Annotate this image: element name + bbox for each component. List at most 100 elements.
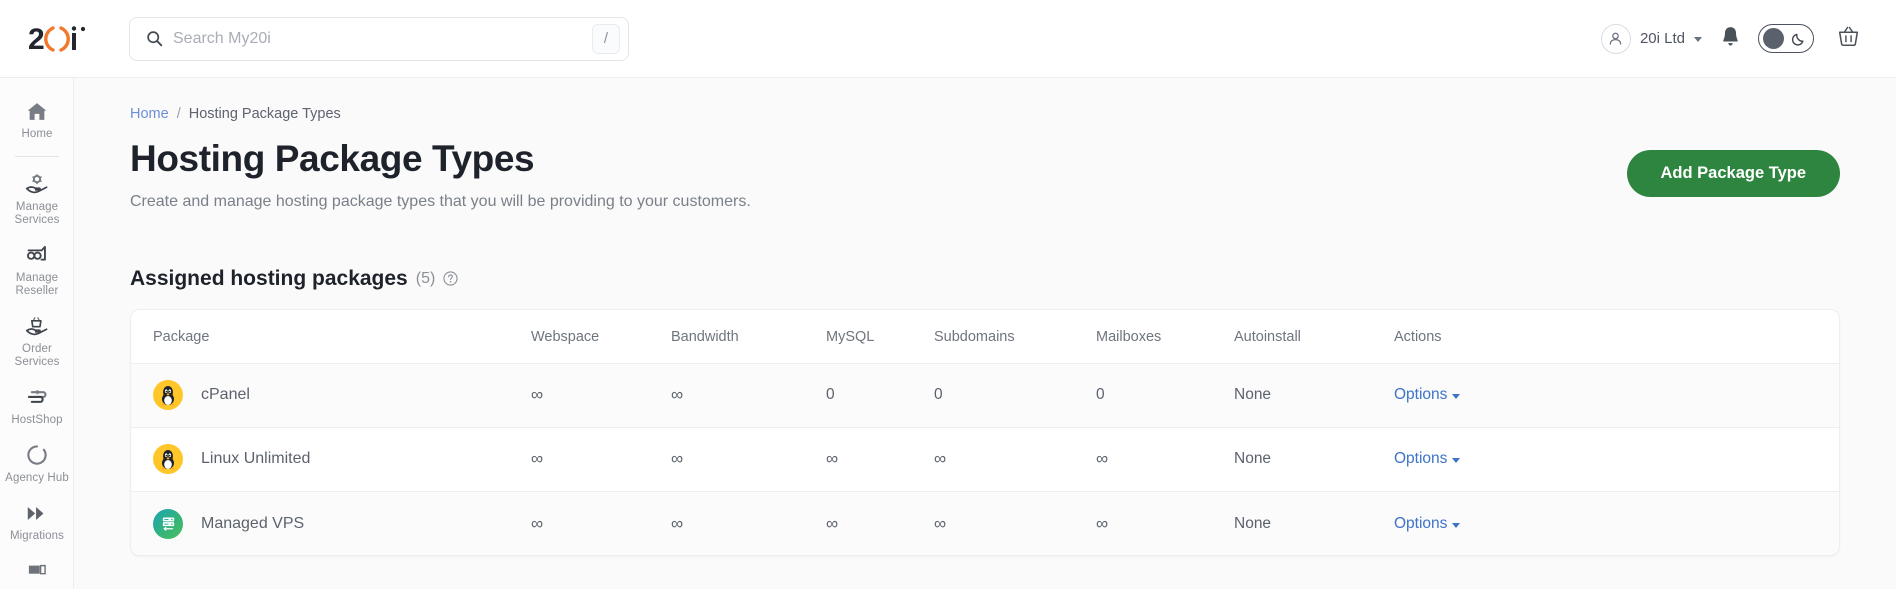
account-name-label: 20i Ltd <box>1639 30 1685 47</box>
brand-logo-20i[interactable]: 2 <box>14 22 104 56</box>
cell-autoinstall: None <box>1234 363 1394 428</box>
document-icon <box>26 559 48 583</box>
cell-subdomains: 0 <box>934 363 1096 428</box>
subdomains-value: ∞ <box>934 449 947 469</box>
chevron-down-icon <box>1452 522 1461 528</box>
column-header-mailboxes: Mailboxes <box>1096 309 1234 364</box>
sidebar-item-agency-hub[interactable]: Agency Hub <box>0 434 73 492</box>
moon-icon <box>1791 31 1806 46</box>
page-title: Hosting Package Types <box>130 138 535 179</box>
dark-mode-toggle[interactable] <box>1758 24 1814 53</box>
user-avatar-icon <box>1600 23 1631 54</box>
cell-actions: Options <box>1394 427 1839 492</box>
help-circle-icon[interactable] <box>443 271 458 287</box>
webspace-value: ∞ <box>531 513 544 533</box>
mysql-value: ∞ <box>826 513 839 533</box>
notifications-button[interactable] <box>1708 17 1752 61</box>
home-icon <box>26 99 48 123</box>
webspace-value: ∞ <box>531 385 544 405</box>
table-row[interactable]: cPanel ∞ ∞ 0 0 0 None Options <box>131 363 1839 428</box>
column-header-actions: Actions <box>1394 309 1839 364</box>
page-subtitle: Create and manage hosting package types … <box>130 192 751 210</box>
mailboxes-value: ∞ <box>1096 513 1109 533</box>
search-icon <box>146 30 163 47</box>
sidebar-item-manage-services[interactable]: Manage Services <box>0 163 73 234</box>
package-name: Linux Unlimited <box>201 450 311 468</box>
sidebar-item-hostshop[interactable]: HostShop <box>0 376 73 434</box>
package-name-cell: Managed VPS <box>131 508 531 539</box>
autoinstall-value: None <box>1234 386 1272 404</box>
column-header-mysql: MySQL <box>826 309 934 364</box>
sidebar-item-home[interactable]: Home <box>0 90 73 148</box>
cell-webspace: ∞ <box>531 491 671 556</box>
search-input[interactable] <box>173 29 592 48</box>
svg-text:2: 2 <box>28 23 45 56</box>
chevron-down-icon <box>1452 458 1461 464</box>
content-wrapper: Home / Hosting Package Types Hosting Pac… <box>74 78 1896 557</box>
cell-mysql: 0 <box>826 363 934 428</box>
cell-actions: Options <box>1394 491 1839 556</box>
package-name: Managed VPS <box>201 514 305 532</box>
breadcrumb-link-home[interactable]: Home <box>130 106 169 122</box>
package-name: cPanel <box>201 386 250 404</box>
section-count: (5) <box>415 269 436 287</box>
sidebar-item-partial[interactable] <box>0 550 73 589</box>
sidebar-item-order-services[interactable]: Order Services <box>0 305 73 376</box>
cell-mailboxes: ∞ <box>1096 427 1234 492</box>
table-header-row: Package Webspace Bandwidth MySQL Subdoma… <box>131 309 1839 364</box>
cell-mailboxes: 0 <box>1096 363 1234 428</box>
table-body: cPanel ∞ ∞ 0 0 0 None Options Linux Unli… <box>131 363 1839 556</box>
page-header: Hosting Package Types Create and manage … <box>130 138 1840 213</box>
global-search[interactable]: / <box>129 16 629 61</box>
breadcrumb-current: Hosting Package Types <box>188 106 341 122</box>
sidebar-item-label: Home <box>21 128 53 140</box>
section-title: Assigned hosting packages <box>130 266 408 290</box>
options-label: Options <box>1394 450 1448 468</box>
linux-tux-icon <box>153 380 183 411</box>
cell-webspace: ∞ <box>531 427 671 492</box>
hostshop-icon <box>25 385 50 409</box>
account-switcher[interactable]: 20i Ltd <box>1595 20 1708 58</box>
add-package-type-button[interactable]: Add Package Type <box>1626 150 1840 197</box>
top-header-bar: 2 / <box>0 0 1896 78</box>
column-header-bandwidth: Bandwidth <box>671 309 826 364</box>
sidebar-item-label: Manage Services <box>14 201 60 226</box>
options-label: Options <box>1394 514 1448 532</box>
chevron-down-icon <box>1694 37 1702 42</box>
assigned-packages-table: Package Webspace Bandwidth MySQL Subdoma… <box>131 309 1839 556</box>
linux-tux-icon <box>153 444 183 475</box>
sidebar-item-label: Migrations <box>9 530 65 542</box>
mailboxes-value: ∞ <box>1096 449 1109 469</box>
shopping-basket-button[interactable] <box>1826 17 1870 61</box>
bandwidth-value: ∞ <box>671 449 684 469</box>
table-row[interactable]: Linux Unlimited ∞ ∞ ∞ ∞ ∞ None Options <box>131 427 1839 492</box>
options-dropdown-button[interactable]: Options <box>1394 514 1461 533</box>
chevron-down-icon <box>1452 394 1461 400</box>
cell-bandwidth: ∞ <box>671 491 826 556</box>
breadcrumb-separator: / <box>176 106 181 122</box>
table-header: Package Webspace Bandwidth MySQL Subdoma… <box>131 309 1839 364</box>
search-shortcut-key[interactable]: / <box>592 23 620 54</box>
options-dropdown-button[interactable]: Options <box>1394 450 1461 468</box>
options-dropdown-button[interactable]: Options <box>1394 386 1461 404</box>
cell-mailboxes: ∞ <box>1096 491 1234 556</box>
sidebar-item-migrations[interactable]: Migrations <box>0 492 73 550</box>
sidebar-item-label: HostShop <box>11 414 63 426</box>
left-sidebar-nav: Home Manage Services Manage Reseller Ord… <box>0 78 74 589</box>
order-services-icon <box>25 314 49 338</box>
cell-webspace: ∞ <box>531 363 671 428</box>
mysql-value: ∞ <box>826 449 839 469</box>
cell-package: Linux Unlimited <box>131 427 531 492</box>
sidebar-item-manage-reseller[interactable]: Manage Reseller <box>0 234 73 305</box>
autoinstall-value: None <box>1234 450 1272 468</box>
cell-autoinstall: None <box>1234 491 1394 556</box>
server-vps-icon <box>153 508 183 539</box>
column-header-webspace: Webspace <box>531 309 671 364</box>
header-actions: 20i Ltd <box>1595 17 1870 61</box>
table-row[interactable]: Managed VPS ∞ ∞ ∞ ∞ ∞ None Options <box>131 491 1839 556</box>
cell-subdomains: ∞ <box>934 427 1096 492</box>
mysql-value: 0 <box>826 386 835 404</box>
options-label: Options <box>1394 386 1448 404</box>
search-box[interactable]: / <box>129 16 629 61</box>
main-content-area: Home / Hosting Package Types Hosting Pac… <box>74 78 1896 589</box>
